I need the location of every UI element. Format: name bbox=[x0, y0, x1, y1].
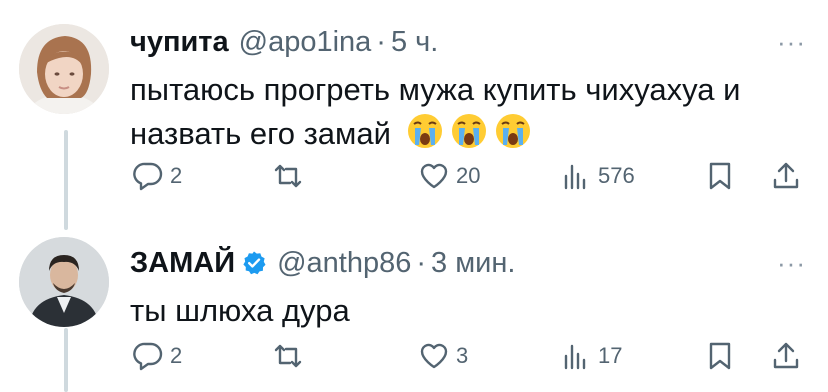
more-options-icon[interactable]: ··· bbox=[777, 248, 806, 279]
bookmark-button[interactable] bbox=[704, 160, 736, 192]
display-name[interactable]: ЗАМАЙ bbox=[130, 247, 235, 280]
reply-count: 2 bbox=[170, 163, 183, 188]
verified-badge-icon[interactable] bbox=[241, 250, 267, 276]
user-handle[interactable]: @apo1ina bbox=[239, 26, 372, 59]
tweet[interactable]: чупита @apo1ina · 5 ч. ··· пытаюсь прогр… bbox=[130, 22, 828, 156]
like-button[interactable]: 3 bbox=[418, 340, 468, 372]
retweet-button[interactable] bbox=[272, 160, 310, 192]
retweet-button[interactable] bbox=[272, 340, 310, 372]
more-options-icon[interactable]: ··· bbox=[777, 27, 806, 58]
views-button[interactable]: 576 bbox=[560, 160, 635, 192]
tweet-body: ты шлюха дура bbox=[130, 293, 350, 328]
separator: · bbox=[376, 25, 386, 58]
avatar[interactable] bbox=[19, 24, 109, 114]
avatar[interactable] bbox=[19, 237, 109, 327]
like-button[interactable]: 20 bbox=[418, 160, 480, 192]
reply-icon bbox=[133, 342, 163, 371]
views-button[interactable]: 17 bbox=[560, 340, 622, 372]
retweet-icon bbox=[274, 344, 302, 368]
analytics-icon bbox=[564, 344, 586, 370]
like-count: 3 bbox=[456, 343, 469, 368]
heart-icon bbox=[420, 163, 448, 189]
analytics-icon bbox=[564, 164, 586, 190]
retweet-icon bbox=[274, 164, 302, 188]
user-handle[interactable]: @anthp86 bbox=[277, 247, 411, 280]
tweet[interactable]: ЗАМАЙ @anthp86 · 3 мин. ··· ты шлюха дур… bbox=[130, 243, 828, 333]
bookmark-button[interactable] bbox=[704, 340, 736, 372]
crying-face-icon bbox=[450, 112, 488, 150]
bookmark-icon bbox=[709, 162, 731, 190]
tweet-text: пытаюсь прогреть мужа купить чихуахуа и … bbox=[130, 68, 810, 156]
tweet-header: чупита @apo1ina · 5 ч. ··· bbox=[130, 22, 828, 62]
crying-face-icon bbox=[406, 112, 444, 150]
share-icon bbox=[773, 342, 799, 369]
separator: · bbox=[416, 246, 427, 279]
tweet-actions: 2 20 576 bbox=[0, 160, 828, 200]
timestamp[interactable]: 5 ч. bbox=[391, 26, 438, 59]
view-count: 17 bbox=[598, 343, 623, 368]
share-button[interactable] bbox=[770, 160, 802, 192]
reply-button[interactable]: 2 bbox=[132, 160, 182, 192]
view-count: 576 bbox=[598, 163, 635, 188]
tweet-actions: 2 3 17 bbox=[0, 340, 828, 380]
tweet-header: ЗАМАЙ @anthp86 · 3 мин. ··· bbox=[130, 243, 828, 283]
display-name[interactable]: чупита bbox=[130, 26, 229, 59]
bookmark-icon bbox=[709, 342, 731, 370]
heart-icon bbox=[420, 343, 448, 369]
reply-button[interactable]: 2 bbox=[132, 340, 182, 372]
reply-icon bbox=[133, 162, 163, 191]
share-button[interactable] bbox=[770, 340, 802, 372]
like-count: 20 bbox=[456, 163, 481, 188]
crying-face-icon bbox=[494, 112, 532, 150]
reply-count: 2 bbox=[170, 343, 183, 368]
share-icon bbox=[773, 162, 799, 189]
tweet-text: ты шлюха дура bbox=[130, 289, 828, 333]
timestamp[interactable]: 3 мин. bbox=[431, 247, 515, 280]
